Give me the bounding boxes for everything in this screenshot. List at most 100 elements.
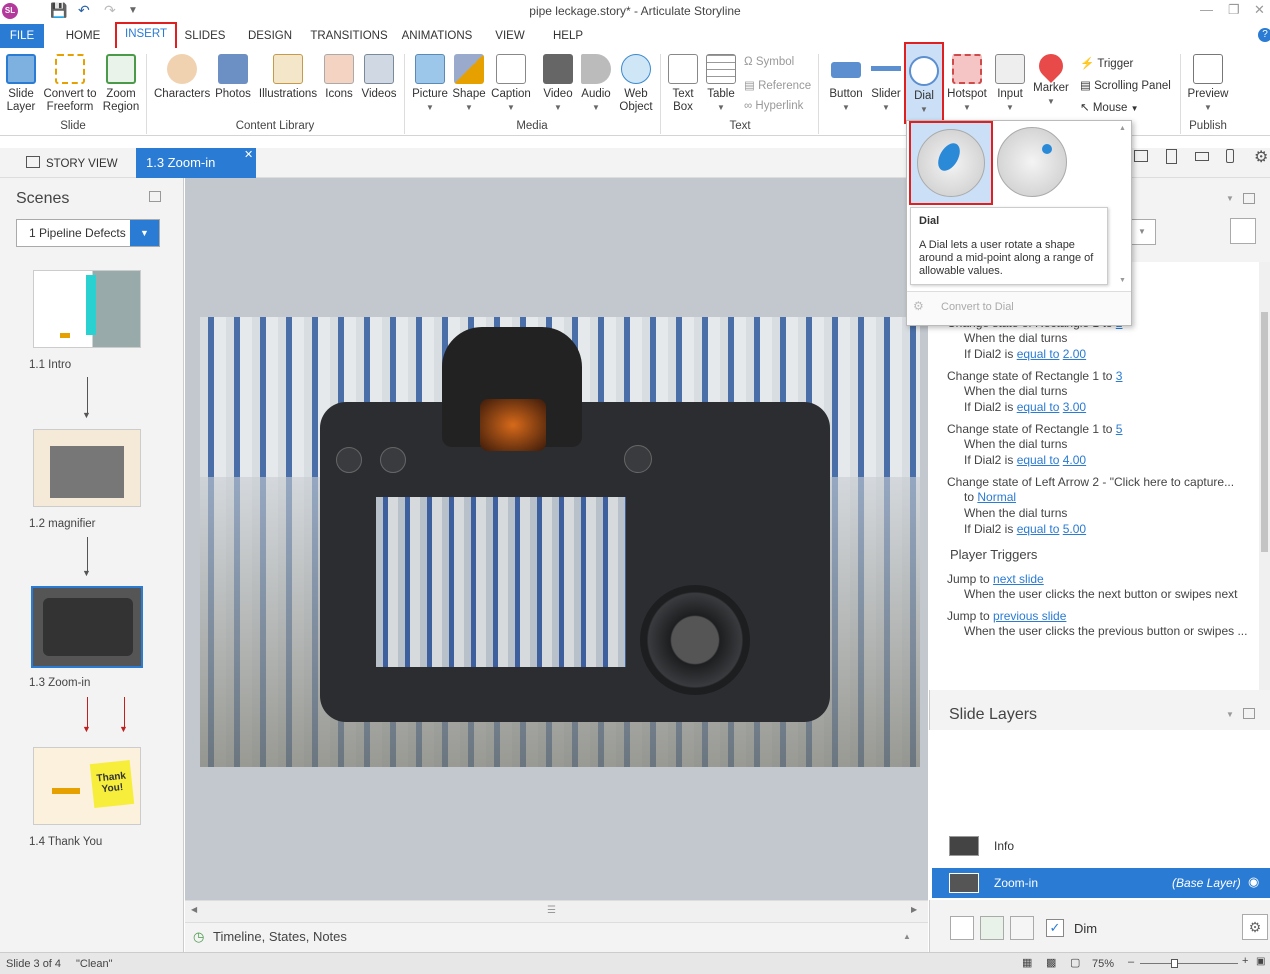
panel-float-icon[interactable] — [149, 191, 161, 202]
value-link[interactable]: 4.00 — [1063, 453, 1086, 467]
value-link[interactable]: 5.00 — [1063, 522, 1086, 536]
hotspot-button[interactable]: Hotspot ▼ — [946, 54, 988, 114]
layer-item-selected[interactable]: Zoom-in (Base Layer) ◉ — [932, 868, 1270, 898]
chevron-down-icon[interactable]: ▼ — [130, 220, 159, 246]
web-object-button[interactable]: Web Object — [616, 54, 656, 114]
trigger-target-link[interactable]: 5 — [1116, 422, 1123, 436]
slide-thumbnail[interactable] — [33, 429, 141, 507]
scroll-right-icon[interactable]: ▶ — [911, 905, 917, 914]
eye-icon[interactable]: ◉ — [1248, 874, 1259, 890]
scrolling-panel-button[interactable]: ▤ Scrolling Panel — [1080, 78, 1171, 92]
trigger-button[interactable]: ⚡ Trigger — [1080, 56, 1133, 70]
audio-button[interactable]: Audio ▼ — [578, 54, 614, 114]
trigger-target-link[interactable]: previous slide — [993, 609, 1066, 623]
scroll-thumb-grip[interactable]: ☰ — [547, 905, 556, 916]
mouse-button[interactable]: ↖ Mouse ▼ — [1080, 100, 1139, 114]
hyperlink-button[interactable]: ∞ Hyperlink — [744, 100, 803, 112]
zoom-in-icon[interactable]: + — [1242, 955, 1248, 967]
slide-thumbnail[interactable] — [33, 270, 141, 348]
minimize-icon[interactable]: — — [1200, 2, 1213, 17]
symbol-button[interactable]: Ω Symbol — [744, 56, 794, 68]
fit-window-icon[interactable]: ▣ — [1256, 956, 1265, 967]
phone-icon[interactable] — [1226, 149, 1234, 163]
tablet-landscape-icon[interactable] — [1195, 152, 1209, 161]
value-link[interactable]: 3.00 — [1063, 400, 1086, 414]
table-button[interactable]: Table ▼ — [702, 54, 740, 114]
operator-link[interactable]: equal to — [1017, 453, 1060, 467]
shape-button[interactable]: Shape ▼ — [452, 54, 486, 114]
trigger-action[interactable]: Change state of Rectangle 1 to 5 — [947, 421, 1122, 437]
restore-icon[interactable]: ❐ — [1228, 2, 1240, 18]
operator-link[interactable]: equal to — [1017, 522, 1060, 536]
button-insert-button[interactable]: Button ▼ — [826, 54, 866, 114]
tab-help[interactable]: HELP — [550, 24, 586, 48]
videos-button[interactable]: Videos — [358, 54, 400, 101]
value-link[interactable]: 2.00 — [1063, 347, 1086, 361]
marker-button[interactable]: Marker ▼ — [1030, 49, 1072, 108]
collapse-icon[interactable]: ▼ — [1226, 710, 1234, 719]
preview-button[interactable]: Preview ▼ — [1186, 54, 1230, 114]
slider-button[interactable]: Slider ▼ — [868, 54, 904, 114]
normal-view-icon[interactable]: ▦ — [1022, 956, 1032, 969]
trash-icon[interactable] — [1010, 916, 1034, 940]
tab-animations[interactable]: ANIMATIONS — [398, 24, 476, 48]
trigger-action[interactable]: Jump to previous slide — [947, 608, 1066, 624]
fit-view-icon[interactable]: ▩ — [1046, 956, 1056, 969]
tab-current-slide[interactable]: 1.3 Zoom-in — [136, 148, 256, 178]
photos-button[interactable]: Photos — [212, 54, 254, 101]
scroll-thumb[interactable] — [1261, 312, 1268, 552]
trigger-condition[interactable]: If Dial2 is equal to 4.00 — [964, 453, 1086, 467]
gear-icon[interactable]: ⚙ — [1242, 914, 1268, 940]
panel-float-icon[interactable] — [1243, 193, 1255, 204]
tab-home[interactable]: HOME — [60, 24, 106, 48]
slide-thumbnail[interactable]: Thank You! — [33, 747, 141, 825]
tab-transitions[interactable]: TRANSITIONS — [310, 24, 388, 48]
tab-design[interactable]: DESIGN — [244, 24, 296, 48]
collapse-icon[interactable]: ▼ — [1226, 194, 1234, 203]
scroll-left-icon[interactable]: ◀ — [191, 905, 197, 914]
close-icon[interactable]: ✕ — [1254, 2, 1265, 18]
tab-file[interactable]: FILE — [0, 24, 44, 48]
chevron-down-icon[interactable]: ▼ — [1128, 219, 1156, 245]
zoom-fit-icon[interactable]: ▢ — [1070, 956, 1080, 969]
dial-button[interactable]: Dial ▼ — [904, 42, 944, 124]
duplicate-layer-icon[interactable] — [980, 916, 1004, 940]
picture-button[interactable]: Picture ▼ — [410, 54, 450, 114]
trigger-target-link[interactable]: next slide — [993, 572, 1044, 586]
operator-link[interactable]: equal to — [1017, 347, 1060, 361]
zoom-out-icon[interactable]: – — [1128, 956, 1134, 968]
video-button[interactable]: Video ▼ — [540, 54, 576, 114]
dial-style-2[interactable] — [997, 127, 1067, 197]
help-icon[interactable]: ? — [1258, 28, 1270, 42]
timeline-bar[interactable]: ◷ Timeline, States, Notes ▲ — [185, 922, 928, 952]
trigger-action[interactable]: Change state of Left Arrow 2 - "Click he… — [947, 474, 1247, 490]
tab-story-view[interactable]: STORY VIEW — [14, 152, 130, 176]
illustrations-button[interactable]: Illustrations — [256, 54, 320, 101]
trigger-target-link[interactable]: 3 — [1116, 369, 1123, 383]
trigger-condition[interactable]: If Dial2 is equal to 5.00 — [964, 522, 1086, 536]
characters-button[interactable]: Characters — [154, 54, 210, 101]
dial-style-1-selected[interactable] — [909, 121, 993, 205]
tab-insert[interactable]: INSERT — [115, 22, 177, 50]
tab-view[interactable]: VIEW — [492, 24, 528, 48]
slide-stage[interactable] — [200, 317, 920, 767]
icons-button[interactable]: Icons — [322, 54, 356, 101]
horizontal-scrollbar[interactable]: ◀ ☰ ▶ — [185, 900, 928, 922]
convert-to-dial-button[interactable]: ⚙ Convert to Dial — [907, 291, 1131, 325]
zoom-slider-track[interactable] — [1140, 963, 1238, 964]
slide-thumbnail-selected[interactable] — [31, 586, 143, 668]
dim-checkbox[interactable]: ✓ — [1046, 919, 1064, 937]
desktop-preview-icon[interactable] — [1134, 150, 1148, 162]
trigger-target[interactable]: to Normal — [964, 490, 1016, 504]
zoom-slider-thumb[interactable] — [1171, 959, 1178, 968]
gear-icon[interactable]: ⚙ — [1254, 147, 1268, 167]
layer-name[interactable]: Info — [994, 839, 1014, 853]
triggers-scrollbar[interactable] — [1259, 262, 1270, 690]
expand-up-icon[interactable]: ▲ — [903, 932, 911, 941]
trigger-action[interactable]: Change state of Rectangle 1 to 3 — [947, 368, 1122, 384]
operator-link[interactable]: equal to — [1017, 400, 1060, 414]
trigger-target-link[interactable]: Normal — [977, 490, 1016, 504]
caption-button[interactable]: Caption ▼ — [490, 54, 532, 114]
convert-to-freeform-button[interactable]: Convert to Freeform — [42, 54, 98, 114]
zoom-region-button[interactable]: Zoom Region — [100, 54, 142, 114]
